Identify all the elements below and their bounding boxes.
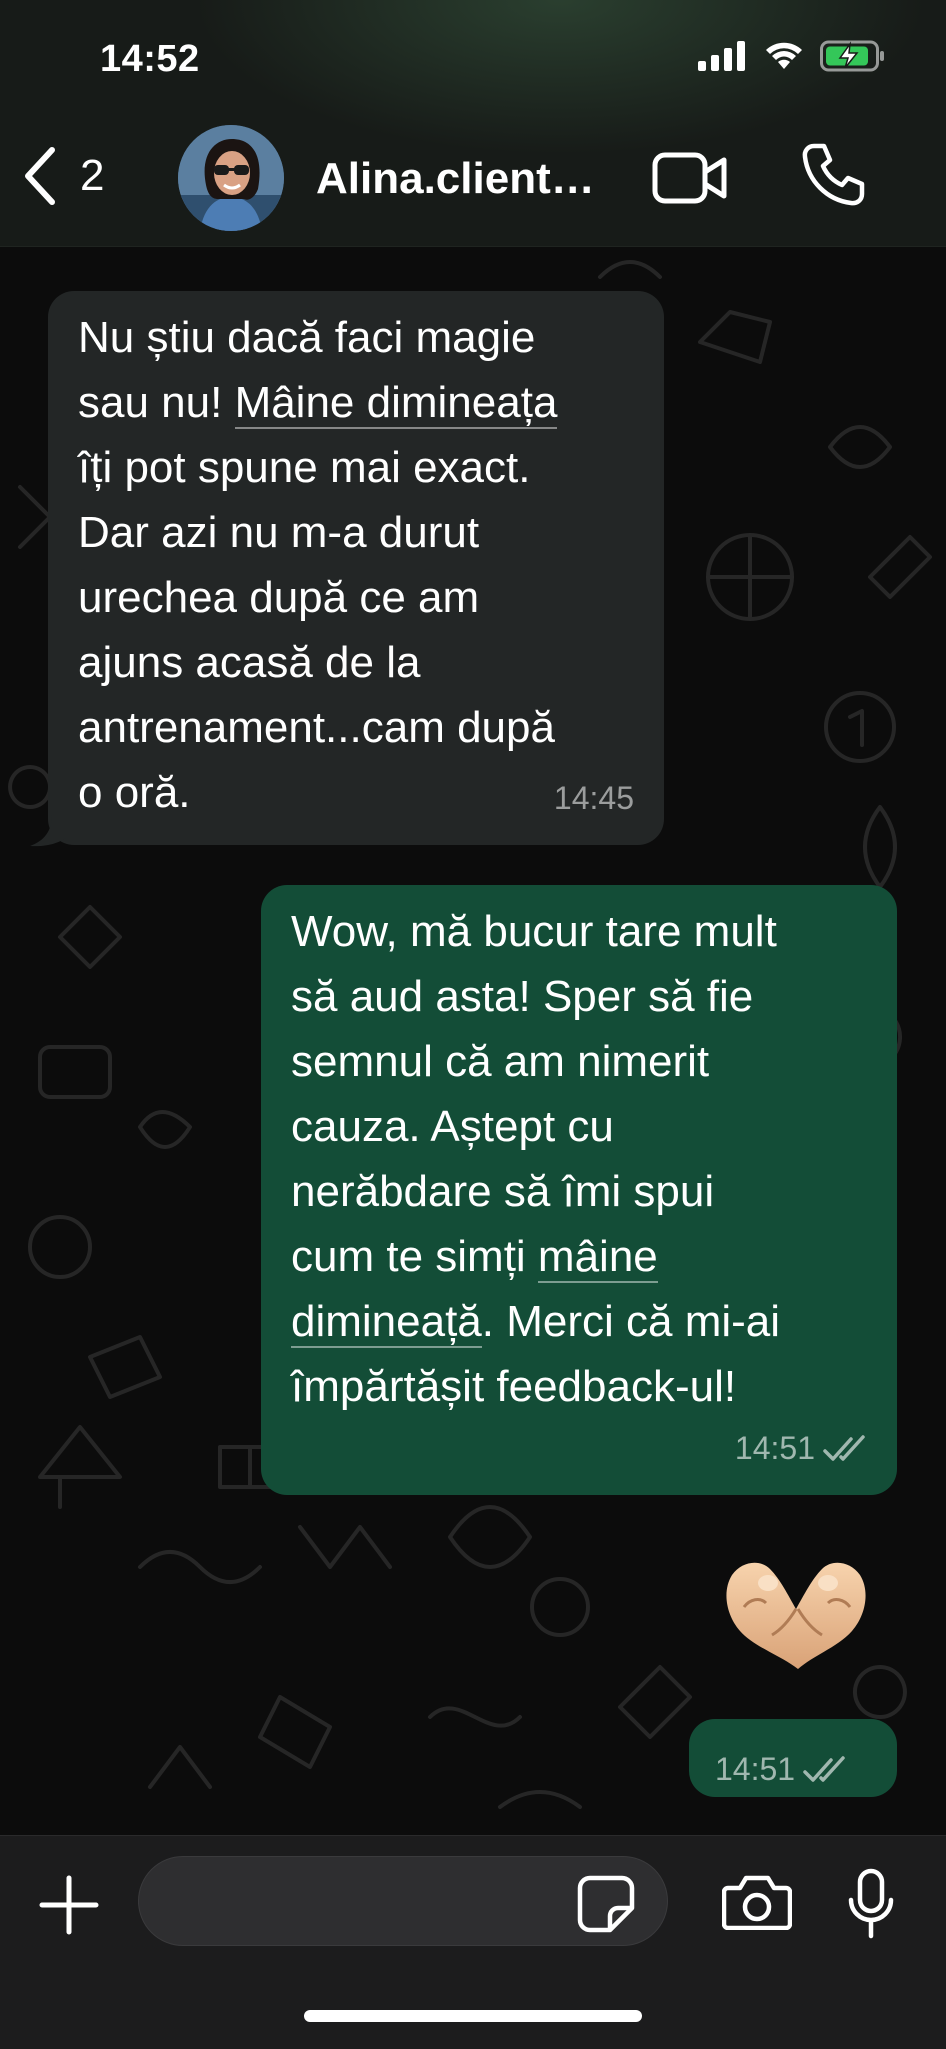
message-time: 14:51 bbox=[715, 1751, 796, 1787]
bubble-tail bbox=[30, 815, 70, 847]
phone-icon bbox=[802, 143, 865, 206]
chat-header: 14:52 2 Alina.client… bbox=[0, 0, 946, 247]
voice-call-button[interactable] bbox=[800, 142, 866, 213]
sticker-icon bbox=[577, 1875, 635, 1933]
message-time: 14:45 bbox=[553, 780, 634, 816]
message-text-part: Wow, mă bucur tare mult să aud asta! Spe… bbox=[291, 907, 777, 1281]
wifi-icon bbox=[766, 42, 802, 69]
date-link[interactable]: mâine bbox=[537, 1232, 658, 1283]
chat-messages[interactable]: Nu știu dacă faci magie sau nu! Mâine di… bbox=[0, 247, 946, 1835]
chevron-left-icon bbox=[25, 147, 55, 205]
outgoing-message-bubble[interactable]: Wow, mă bucur tare mult să aud asta! Spe… bbox=[261, 885, 897, 1495]
heart-hands-image bbox=[726, 1562, 866, 1669]
attach-button[interactable] bbox=[38, 1874, 100, 1941]
battery-charging-icon bbox=[820, 40, 884, 72]
camera-button[interactable] bbox=[721, 1874, 793, 1935]
unread-count: 2 bbox=[80, 151, 105, 200]
status-icons bbox=[698, 40, 886, 72]
message-time: 14:51 bbox=[734, 1430, 815, 1466]
sticker-button[interactable] bbox=[576, 1874, 636, 1939]
contact-name[interactable]: Alina.client… bbox=[316, 154, 616, 204]
back-button[interactable]: 2 bbox=[20, 146, 104, 206]
camera-icon bbox=[721, 1875, 793, 1931]
status-time: 14:52 bbox=[100, 38, 200, 80]
double-check-icon bbox=[803, 1755, 845, 1782]
date-link[interactable]: dimineață bbox=[291, 1297, 482, 1348]
chat-nav-bar: 2 Alina.client… bbox=[0, 120, 946, 240]
home-indicator[interactable] bbox=[304, 2010, 642, 2022]
heart-hands-emoji[interactable] bbox=[710, 1547, 890, 1687]
video-camera-icon bbox=[652, 152, 727, 204]
message-meta: 14:51 bbox=[735, 1416, 869, 1481]
contact-avatar[interactable] bbox=[178, 125, 284, 231]
avatar-photo bbox=[178, 125, 284, 231]
microphone-button[interactable] bbox=[846, 1868, 896, 1945]
message-text: Nu știu dacă faci magie sau nu! Mâine di… bbox=[78, 305, 634, 825]
incoming-message-bubble[interactable]: Nu știu dacă faci magie sau nu! Mâine di… bbox=[48, 291, 664, 845]
signal-icon bbox=[698, 41, 745, 71]
plus-icon bbox=[39, 1875, 99, 1935]
microphone-icon bbox=[848, 1868, 894, 1939]
date-link[interactable]: Mâine dimineața bbox=[234, 378, 558, 429]
emoji-time-bubble: 14:51 bbox=[689, 1719, 897, 1797]
video-call-button[interactable] bbox=[652, 150, 728, 211]
message-text: Wow, mă bucur tare mult să aud asta! Spe… bbox=[291, 899, 867, 1419]
double-check-icon bbox=[823, 1434, 865, 1461]
message-text-part: îți pot spune mai exact. Dar azi nu m-a … bbox=[78, 443, 555, 817]
message-meta: 14:51 bbox=[715, 1737, 849, 1802]
